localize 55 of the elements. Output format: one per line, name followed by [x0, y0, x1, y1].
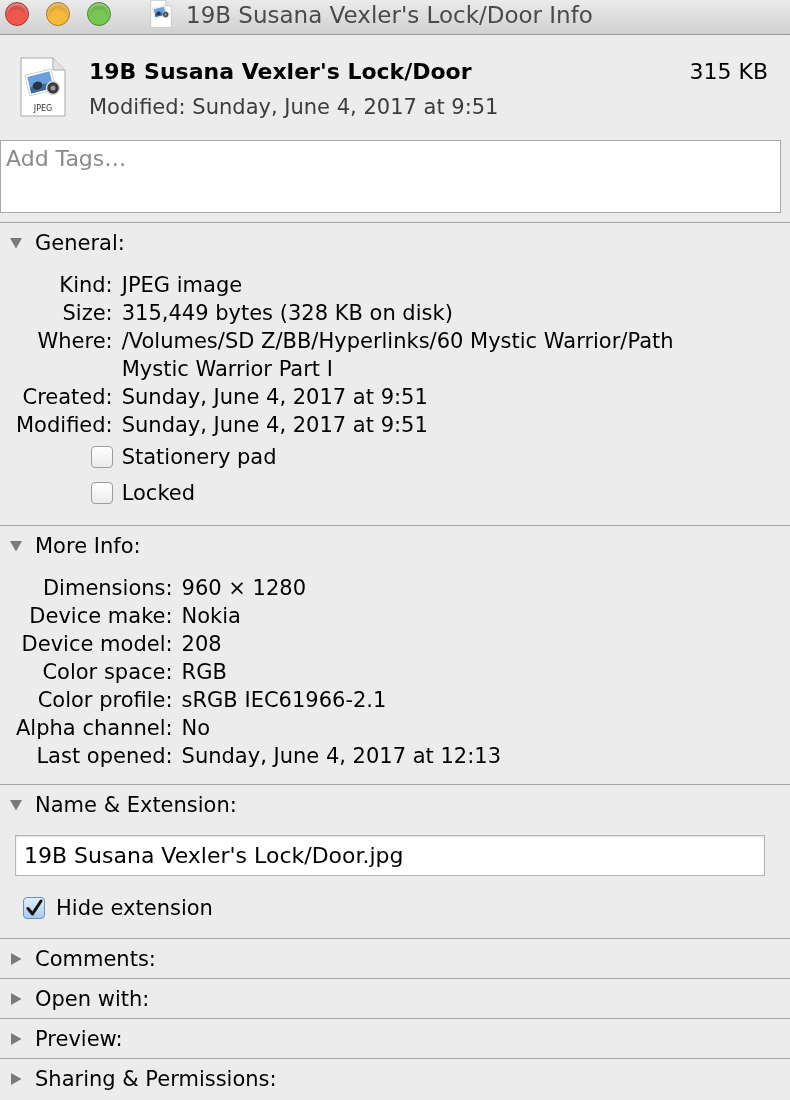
info-label: Device model:: [20, 631, 173, 658]
info-label: Size:: [61, 300, 113, 327]
checkbox[interactable]: [23, 897, 45, 919]
info-label: Color profile:: [36, 687, 173, 714]
info-label: Where:: [36, 328, 113, 355]
info-label: Device make:: [28, 603, 173, 630]
info-value: Sunday, June 4, 2017 at 9:51: [121, 412, 429, 439]
info-value: 960 × 1280: [181, 575, 308, 602]
name-field[interactable]: 19B Susana Vexler's Lock/Door.jpg: [15, 835, 765, 876]
tags-field[interactable]: Add Tags…: [0, 140, 781, 213]
info-value: 315,449 bytes (328 KB on disk): [121, 300, 454, 327]
checkbox[interactable]: [90, 482, 113, 504]
section-toggle[interactable]: Name & Extension:: [10, 790, 237, 819]
zoom-button[interactable]: [87, 2, 111, 26]
section-toggle[interactable]: Preview:: [10, 1024, 123, 1053]
disclosure-triangle-icon[interactable]: [10, 1072, 22, 1085]
file-type-label: JPEG: [32, 104, 54, 113]
info-label: Created:: [21, 384, 113, 411]
section-toggle[interactable]: Open with:: [10, 984, 150, 1013]
info-label: Color space:: [41, 659, 173, 686]
section-toggle[interactable]: More Info:: [10, 531, 141, 560]
info-value: 208: [181, 631, 223, 658]
info-value: Nokia: [181, 603, 242, 630]
info-label: Modified:: [16, 412, 113, 439]
info-value: No: [181, 715, 212, 742]
disclosure-triangle-icon[interactable]: [10, 798, 22, 811]
info-value: RGB: [181, 659, 228, 686]
info-value: JPEG image: [121, 272, 244, 299]
info-value: Sunday, June 4, 2017 at 12:13: [181, 743, 503, 770]
file-name: 19B Susana Vexler's Lock/Door: [89, 58, 472, 86]
section-toggle[interactable]: Sharing & Permissions:: [10, 1064, 277, 1093]
modified-date: Modified: Sunday, June 4, 2017 at 9:51: [89, 94, 500, 121]
minimize-button[interactable]: [46, 2, 70, 26]
info-value: Sunday, June 4, 2017 at 9:51: [121, 384, 429, 411]
close-button[interactable]: [5, 2, 29, 26]
section-toggle[interactable]: General:: [10, 228, 125, 257]
disclosure-triangle-icon[interactable]: [10, 1032, 22, 1045]
section-toggle[interactable]: Comments:: [10, 944, 156, 973]
disclosure-triangle-icon[interactable]: [10, 992, 22, 1005]
info-label: Last opened:: [35, 743, 173, 770]
checkbox-label: Hide extension: [56, 895, 213, 922]
info-label: Alpha channel:: [16, 715, 173, 742]
checkbox-label: Locked: [121, 480, 197, 507]
document-icon: [20, 57, 66, 117]
info-label: Kind:: [58, 272, 113, 299]
disclosure-triangle-icon[interactable]: [10, 236, 22, 249]
info-label: Dimensions:: [41, 575, 173, 602]
info-value: sRGB IEC61966-2.1: [181, 687, 388, 714]
window-title: 19B Susana Vexler's Lock/Door Info: [186, 2, 593, 29]
info-value: /Volumes/SD Z/BB/Hyperlinks/60 Mystic Warrior/Path Mystic Warrior Part I: [121, 328, 675, 383]
checkbox-label: Stationery pad: [121, 444, 278, 471]
checkbox[interactable]: [90, 446, 113, 468]
file-size: 315 KB: [689, 58, 768, 86]
disclosure-triangle-icon[interactable]: [10, 952, 22, 965]
disclosure-triangle-icon[interactable]: [10, 539, 22, 552]
